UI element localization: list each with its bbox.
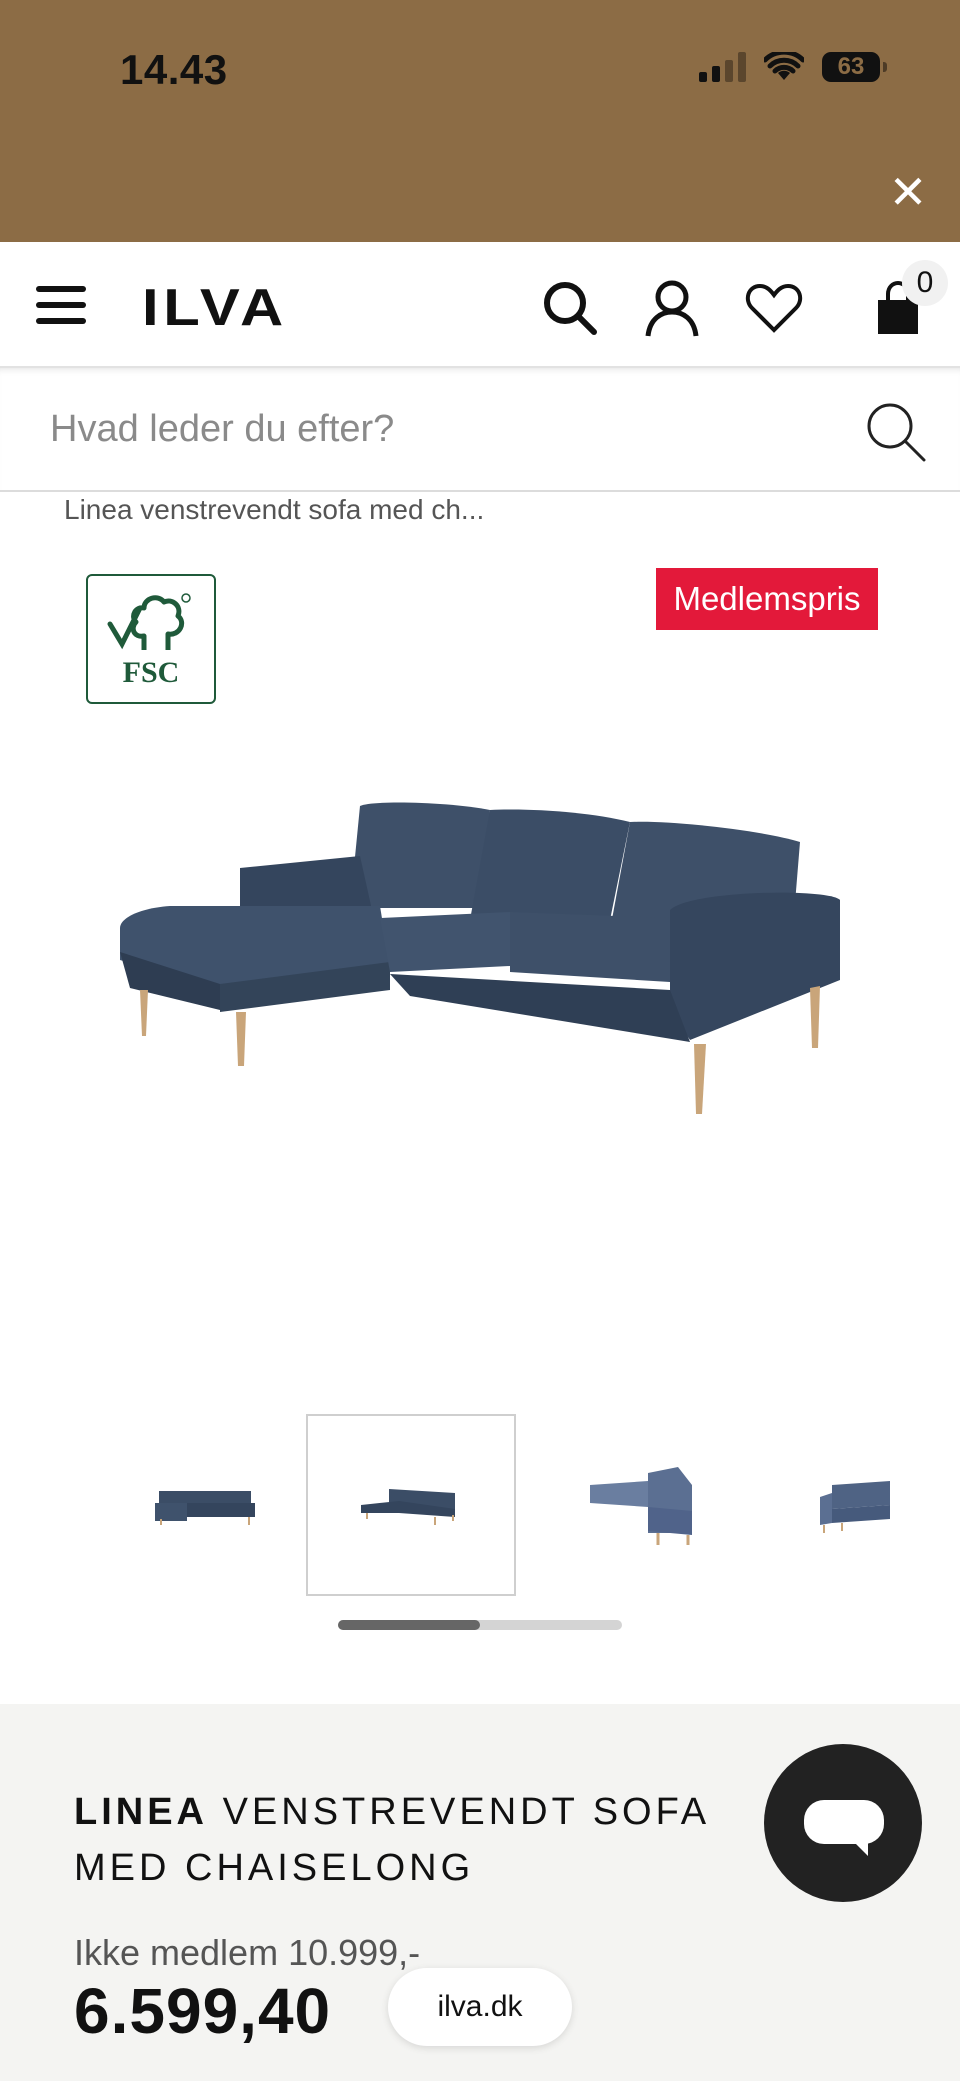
wifi-icon [764, 52, 804, 80]
chat-bubble-icon [804, 1800, 884, 1844]
browser-url-pill[interactable]: ilva.dk [388, 1968, 572, 2046]
member-price: 6.599,40 [74, 1975, 332, 2047]
gallery-scrollbar[interactable] [338, 1620, 622, 1630]
chat-button[interactable] [764, 1744, 922, 1902]
sofa-thumbnail-icon [590, 1467, 692, 1545]
sofa-thumbnail-icon [361, 1489, 455, 1525]
sofa-thumbnail-icon [155, 1491, 255, 1525]
thumbnail-4[interactable] [740, 1414, 900, 1596]
menu-icon[interactable] [36, 286, 86, 326]
search-input[interactable] [48, 398, 832, 460]
account-icon[interactable] [642, 278, 702, 338]
thumbnail-3[interactable] [540, 1414, 750, 1596]
gallery-scrollbar-thumb[interactable] [338, 1620, 480, 1630]
fsc-label: FSC [122, 656, 180, 689]
fsc-badge: FSC [86, 574, 216, 704]
thumbnail-strip [100, 1414, 900, 1596]
product-title: LINEA VENSTREVENDT SOFA MED CHAISELONG [74, 1784, 734, 1896]
member-price-tag: Medlemspris [656, 568, 878, 630]
status-icons: 63 [699, 52, 887, 82]
wishlist-heart-icon[interactable] [744, 278, 804, 338]
sofa-thumbnail-icon [820, 1481, 890, 1533]
cart-count-badge: 0 [902, 260, 948, 306]
promo-banner: 14.43 63 ✕ [0, 0, 960, 242]
close-promo-button[interactable]: ✕ [888, 169, 928, 215]
thumbnail-1[interactable] [100, 1414, 310, 1596]
product-image-sofa[interactable] [110, 790, 850, 1130]
battery-icon: 63 [822, 52, 887, 82]
cellular-signal-icon [699, 52, 746, 82]
non-member-price: Ikke medlem 10.999,- [74, 1932, 421, 1973]
ilva-logo[interactable]: ILVA [142, 278, 288, 338]
search-submit-icon[interactable] [864, 400, 926, 462]
status-time: 14.43 [120, 46, 228, 93]
breadcrumb[interactable]: Linea venstrevendt sofa med ch... [64, 494, 484, 526]
search-bar [0, 368, 960, 492]
thumbnail-2[interactable] [306, 1414, 516, 1596]
search-icon[interactable] [540, 278, 600, 338]
site-header: ILVA 0 [0, 242, 960, 368]
product-brand: LINEA [74, 1791, 208, 1833]
fsc-tree-icon [107, 593, 191, 650]
